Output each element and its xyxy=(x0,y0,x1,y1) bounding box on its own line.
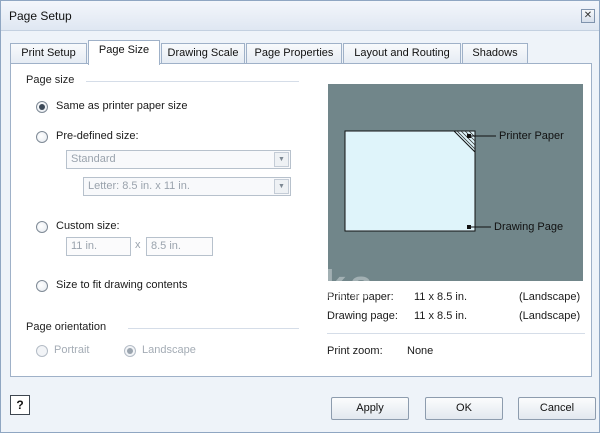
printer-paper-size: 11 x 8.5 in. xyxy=(414,291,467,303)
preview-diagram xyxy=(344,130,496,232)
page-size-divider xyxy=(86,81,299,82)
custom-width-input[interactable]: 11 in. xyxy=(66,237,131,256)
page-size-panel: Page size Same as printer paper size Pre… xyxy=(10,63,592,377)
same-as-printer-label[interactable]: Same as printer paper size xyxy=(56,100,187,112)
printer-paper-orientation: (Landscape) xyxy=(519,291,581,303)
drawing-page-size: 11 x 8.5 in. xyxy=(414,310,467,322)
orientation-divider xyxy=(128,328,299,329)
tab-layout-and-routing[interactable]: Layout and Routing xyxy=(343,43,461,64)
tab-page-properties[interactable]: Page Properties xyxy=(246,43,342,64)
landscape-label[interactable]: Landscape xyxy=(142,344,196,356)
close-icon[interactable]: ✕ xyxy=(581,9,595,23)
custom-height-input[interactable]: 8.5 in. xyxy=(146,237,213,256)
drawing-page-orientation: (Landscape) xyxy=(519,310,581,322)
help-icon[interactable]: ? xyxy=(10,395,30,415)
orientation-heading: Page orientation xyxy=(26,321,107,333)
letter-size-value: Letter: 8.5 in. x 11 in. xyxy=(88,180,190,192)
standard-size-select[interactable]: Standard ▼ xyxy=(66,150,291,169)
custom-size-radio[interactable] xyxy=(36,221,48,233)
drawing-page-callout: Drawing Page xyxy=(494,221,564,233)
page-preview: Printer Paper Drawing Page xyxy=(328,84,583,281)
same-as-printer-radio[interactable] xyxy=(36,101,48,113)
predefined-size-label[interactable]: Pre-defined size: xyxy=(56,130,139,142)
portrait-radio[interactable] xyxy=(36,345,48,357)
print-zoom-value: None xyxy=(407,345,434,357)
tab-print-setup[interactable]: Print Setup xyxy=(10,43,87,64)
standard-size-value: Standard xyxy=(71,153,116,165)
ok-button[interactable]: OK xyxy=(425,397,503,420)
predefined-size-radio[interactable] xyxy=(36,131,48,143)
landscape-radio[interactable] xyxy=(124,345,136,357)
dialog-title: Page Setup xyxy=(9,9,72,23)
chevron-down-icon[interactable]: ▼ xyxy=(274,152,289,167)
title-bar: Page Setup ✕ xyxy=(1,1,599,31)
drawing-page-marker xyxy=(467,225,471,229)
portrait-label[interactable]: Portrait xyxy=(54,344,89,356)
size-to-fit-radio[interactable] xyxy=(36,280,48,292)
custom-times-sign: x xyxy=(135,239,141,251)
custom-size-label[interactable]: Custom size: xyxy=(56,220,120,232)
drawing-page-key: Drawing page: xyxy=(327,310,398,322)
page-setup-dialog: Page Setup ✕ Print Setup Page Size Drawi… xyxy=(0,0,600,433)
drawing-page-sheet xyxy=(344,130,476,232)
tab-shadows[interactable]: Shadows xyxy=(462,43,528,64)
size-to-fit-label[interactable]: Size to fit drawing contents xyxy=(56,279,187,291)
printer-paper-callout: Printer Paper xyxy=(499,130,564,142)
cancel-button[interactable]: Cancel xyxy=(518,397,596,420)
page-size-heading: Page size xyxy=(26,74,75,86)
printer-paper-marker xyxy=(467,134,471,138)
apply-button[interactable]: Apply xyxy=(331,397,409,420)
tab-page-size[interactable]: Page Size xyxy=(88,40,160,65)
tab-drawing-scale[interactable]: Drawing Scale xyxy=(161,43,245,64)
info-divider xyxy=(327,333,585,334)
letter-size-select[interactable]: Letter: 8.5 in. x 11 in. ▼ xyxy=(83,177,291,196)
print-zoom-key: Print zoom: xyxy=(327,345,383,357)
chevron-down-icon[interactable]: ▼ xyxy=(274,179,289,194)
printer-paper-key: Printer paper: xyxy=(327,291,394,303)
